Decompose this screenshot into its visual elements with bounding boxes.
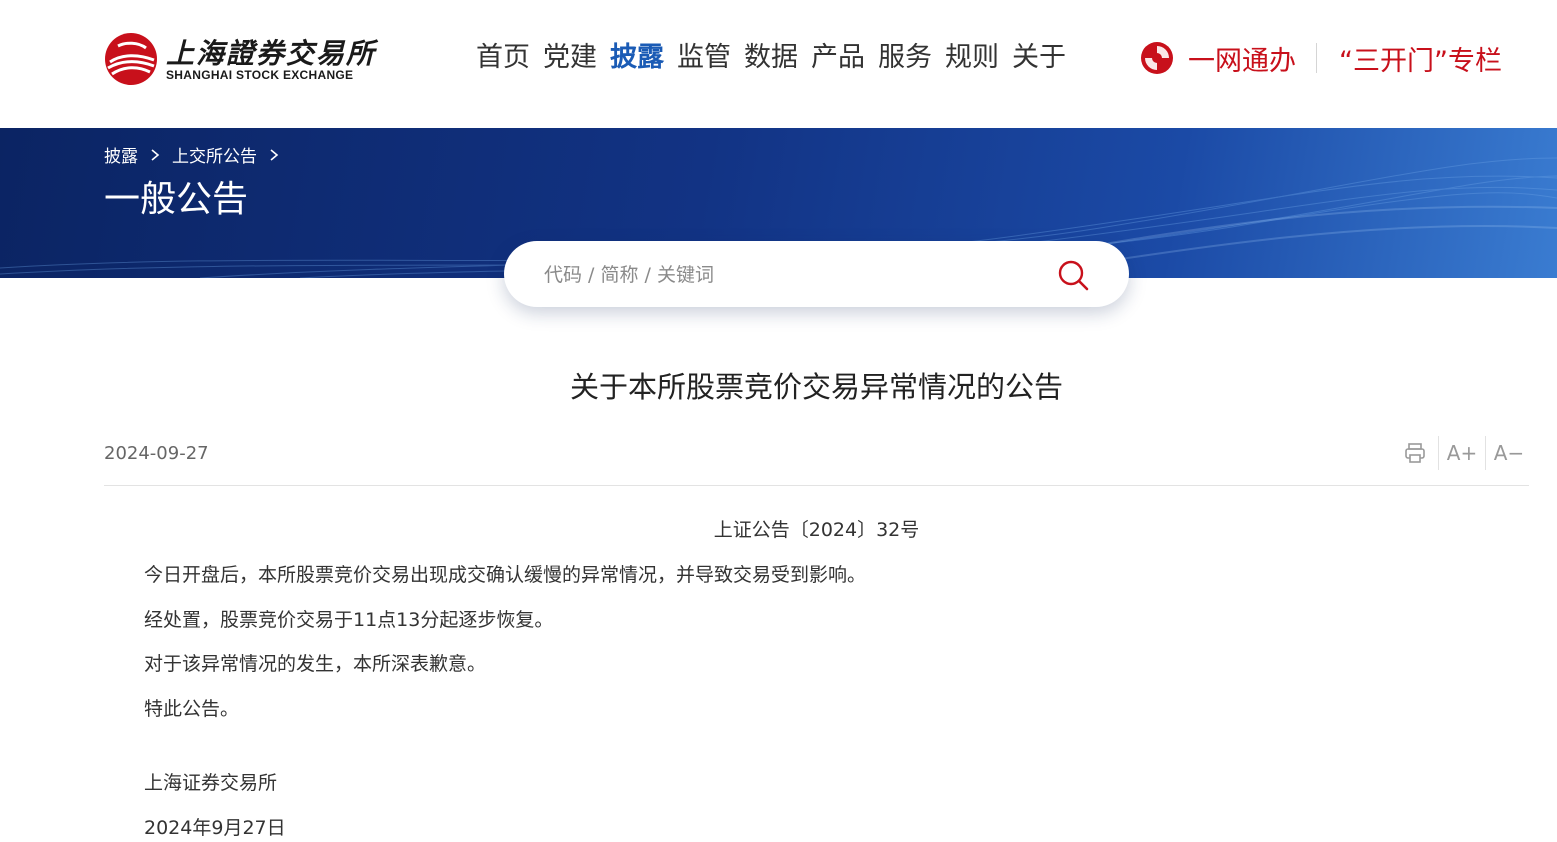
publish-date: 2024-09-27 xyxy=(104,443,209,464)
document-number: 上证公告〔2024〕32号 xyxy=(713,519,920,541)
font-increase-button[interactable]: A+ xyxy=(1443,436,1481,470)
main-nav: 首页 党建 披露 监管 数据 产品 服务 规则 关于 xyxy=(476,38,1066,78)
nav-party[interactable]: 党建 xyxy=(543,38,597,78)
article-paragraph: 特此公告。 xyxy=(144,698,240,720)
breadcrumb-sse-announcements[interactable]: 上交所公告 xyxy=(172,142,257,167)
one-stop-service-icon xyxy=(1141,42,1173,74)
title-divider xyxy=(104,485,1529,486)
nav-disclosure[interactable]: 披露 xyxy=(610,38,664,78)
nav-about[interactable]: 关于 xyxy=(1012,38,1066,78)
article-paragraph: 对于该异常情况的发生，本所深表歉意。 xyxy=(144,653,487,675)
article-paragraph: 经处置，股票竞价交易于11点13分起逐步恢复。 xyxy=(144,609,554,631)
article-paragraph: 今日开盘后，本所股票竞价交易出现成交确认缓慢的异常情况，并导致交易受到影响。 xyxy=(144,564,867,586)
print-icon xyxy=(1405,443,1425,463)
chevron-right-icon xyxy=(151,148,160,161)
quick-links-divider xyxy=(1316,43,1317,73)
one-stop-service-link[interactable]: 一网通办 xyxy=(1188,39,1296,78)
chevron-right-icon xyxy=(270,148,279,161)
font-decrease-button[interactable]: A− xyxy=(1490,436,1528,470)
breadcrumb: 披露 上交所公告 xyxy=(104,142,291,167)
breadcrumb-disclosure[interactable]: 披露 xyxy=(104,142,138,167)
search-input[interactable] xyxy=(542,257,1026,293)
nav-data[interactable]: 数据 xyxy=(744,38,798,78)
search-icon[interactable] xyxy=(1056,258,1090,292)
page-title: 一般公告 xyxy=(104,179,249,220)
sse-logo-icon xyxy=(105,33,157,85)
three-open-doors-link[interactable]: “三开门”专栏 xyxy=(1339,39,1502,78)
print-button[interactable] xyxy=(1396,436,1434,470)
nav-products[interactable]: 产品 xyxy=(811,38,865,78)
nav-services[interactable]: 服务 xyxy=(878,38,932,78)
signature: 上海证券交易所 xyxy=(144,772,278,794)
quick-links: 一网通办 “三开门”专栏 xyxy=(1140,38,1502,78)
sign-date: 2024年9月27日 xyxy=(144,817,286,839)
article-title: 关于本所股票竞价交易异常情况的公告 xyxy=(569,370,1063,404)
logo-chinese-text: 上海證券交易所 xyxy=(166,37,377,70)
nav-supervision[interactable]: 监管 xyxy=(677,38,731,78)
search-box xyxy=(504,241,1129,307)
article-tools: A+ A− xyxy=(1396,436,1528,470)
nav-rules[interactable]: 规则 xyxy=(945,38,999,78)
nav-home[interactable]: 首页 xyxy=(476,38,530,78)
site-header: 上海證券交易所 SHANGHAI STOCK EXCHANGE 首页 党建 披露… xyxy=(0,0,1557,128)
tools-divider xyxy=(1438,436,1439,470)
tools-divider xyxy=(1485,436,1486,470)
logo-english-text: SHANGHAI STOCK EXCHANGE xyxy=(166,68,354,82)
sse-logo[interactable]: 上海證券交易所 SHANGHAI STOCK EXCHANGE xyxy=(104,30,374,90)
